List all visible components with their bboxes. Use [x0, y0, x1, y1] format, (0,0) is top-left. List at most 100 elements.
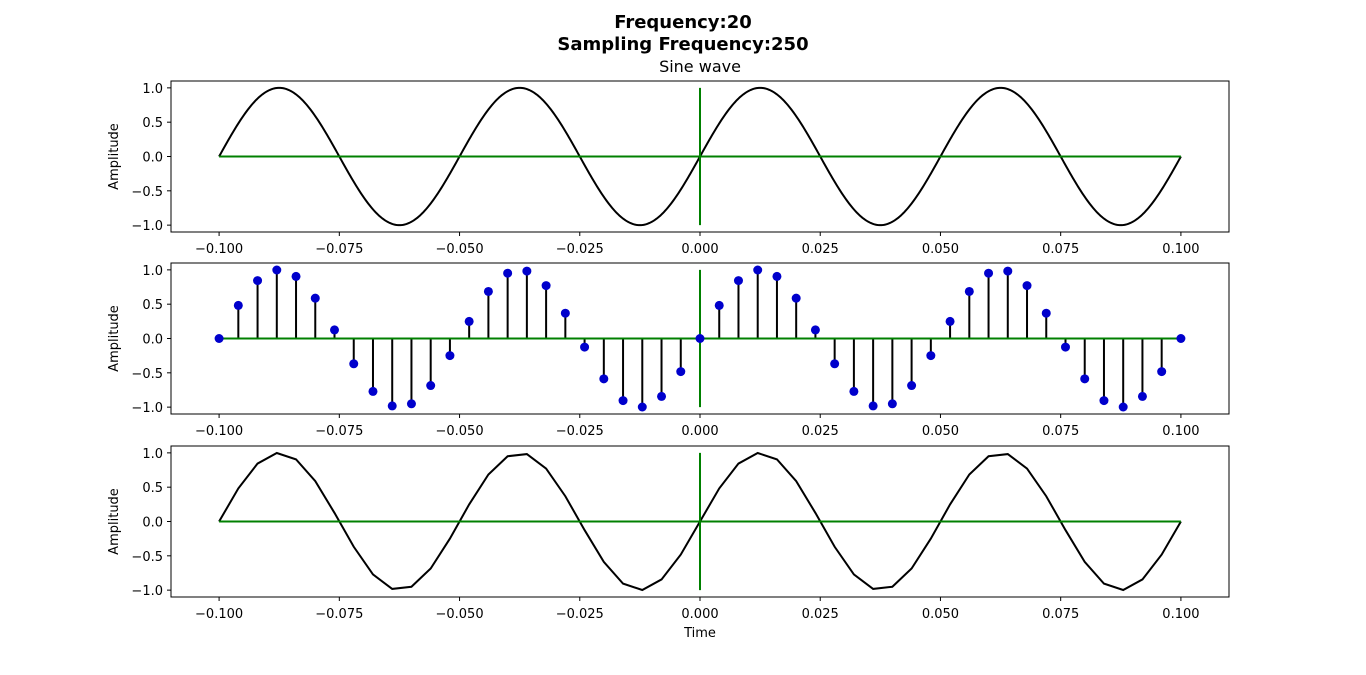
sample-point: [676, 367, 686, 377]
sample-point: [657, 391, 667, 401]
y-tick-label: 0.5: [142, 481, 163, 496]
sample-point: [464, 316, 474, 326]
figure-title-line2: Sampling Frequency:250: [557, 34, 808, 55]
sample-point: [849, 386, 859, 396]
x-tick-label: −0.075: [315, 242, 363, 257]
x-tick-label: 0.000: [681, 242, 718, 257]
subplot-1-title: Sine wave: [659, 57, 741, 76]
y-axis-label: Amplitude: [107, 488, 122, 555]
sample-point: [233, 300, 243, 310]
figure-title-line1: Frequency:20: [614, 12, 752, 33]
x-tick-label: −0.050: [435, 242, 483, 257]
x-tick-label: −0.050: [435, 424, 483, 439]
sample-point: [1060, 342, 1070, 352]
sample-point: [580, 342, 590, 352]
sample-point: [945, 316, 955, 326]
x-tick-label: −0.025: [556, 607, 604, 622]
sample-point: [560, 308, 570, 318]
sample-point: [272, 265, 282, 275]
x-tick-label: −0.100: [195, 424, 243, 439]
sample-point: [926, 351, 936, 361]
x-tick-label: 0.100: [1162, 242, 1199, 257]
y-tick-label: 1.0: [142, 82, 163, 97]
sample-point: [310, 293, 320, 303]
sample-point: [253, 276, 263, 286]
chart-figure-svg: Frequency:20 Sampling Frequency:250 Sine…: [107, 12, 1230, 641]
sample-point: [753, 265, 763, 275]
x-tick-label: −0.075: [315, 607, 363, 622]
y-tick-label: 0.0: [142, 151, 163, 166]
y-tick-label: −1.0: [131, 219, 163, 234]
figure: Frequency:20 Sampling Frequency:250 Sine…: [0, 0, 1366, 671]
subplot-1: −0.100 −0.075 −0.050 −0.025 0.000 0.025 0.050 0…: [107, 80, 1230, 257]
x-tick-label: 0.050: [922, 242, 959, 257]
sample-point: [387, 401, 397, 411]
sample-point: [541, 281, 551, 291]
y-tick-label: 0.0: [142, 516, 163, 531]
y-tick-label: 0.5: [142, 116, 163, 131]
y-tick-label: 1.0: [142, 264, 163, 279]
sample-point: [503, 268, 513, 278]
sample-point: [964, 286, 974, 296]
sample-point: [810, 325, 820, 335]
y-tick-label: 1.0: [142, 447, 163, 462]
sample-point: [1003, 266, 1013, 276]
sample-point: [868, 401, 878, 411]
subplot-3: −0.100 −0.075 −0.050 −0.025 0.000 0.025 0.050 0…: [107, 445, 1230, 641]
x-tick-label: 0.025: [802, 607, 839, 622]
y-tick-label: −1.0: [131, 584, 163, 599]
x-tick-label: 0.050: [922, 607, 959, 622]
x-tick-label: 0.000: [681, 424, 718, 439]
x-tick-label: 0.100: [1162, 607, 1199, 622]
subplot-2: −0.100 −0.075 −0.050 −0.025 0.000 0.025 0.050 0…: [107, 262, 1230, 439]
subplots-group: −0.100 −0.075 −0.050 −0.025 0.000 0.025 0.050 0…: [107, 80, 1230, 641]
x-tick-label: 0.100: [1162, 424, 1199, 439]
sample-point: [1118, 402, 1128, 412]
sample-point: [887, 399, 897, 409]
sample-point: [426, 381, 436, 391]
sample-point: [1157, 367, 1167, 377]
sample-point: [330, 325, 340, 335]
x-axis-label: Time: [683, 626, 716, 641]
sample-point: [907, 381, 917, 391]
y-axis-label: Amplitude: [107, 305, 122, 372]
y-tick-label: −1.0: [131, 401, 163, 416]
x-tick-label: 0.000: [681, 607, 718, 622]
sample-point: [1176, 334, 1186, 343]
y-tick-label: −0.5: [131, 185, 163, 200]
x-tick-label: −0.025: [556, 424, 604, 439]
y-tick-label: −0.5: [131, 550, 163, 565]
sample-point: [214, 334, 224, 343]
sample-point: [406, 399, 416, 409]
sample-point: [1022, 281, 1032, 291]
sample-point: [368, 386, 378, 396]
sample-point: [695, 334, 705, 343]
sample-point: [791, 293, 801, 303]
y-tick-label: −0.5: [131, 367, 163, 382]
x-tick-label: 0.075: [1042, 424, 1079, 439]
sample-point: [349, 359, 359, 369]
sample-point: [830, 359, 840, 369]
sample-point: [637, 402, 647, 412]
sample-point: [714, 300, 724, 310]
x-tick-label: −0.025: [556, 242, 604, 257]
x-tick-label: −0.075: [315, 424, 363, 439]
x-tick-label: −0.100: [195, 242, 243, 257]
y-tick-label: 0.0: [142, 333, 163, 348]
sample-point: [1099, 396, 1109, 406]
sample-point: [733, 276, 743, 286]
sample-point: [1137, 391, 1147, 401]
sample-point: [291, 271, 301, 281]
y-axis-label: Amplitude: [107, 123, 122, 190]
x-tick-label: 0.025: [802, 242, 839, 257]
x-tick-label: −0.050: [435, 607, 483, 622]
x-tick-label: 0.050: [922, 424, 959, 439]
x-tick-label: 0.025: [802, 424, 839, 439]
sample-point: [483, 286, 493, 296]
x-tick-label: 0.075: [1042, 242, 1079, 257]
sample-point: [599, 374, 609, 384]
x-tick-label: −0.100: [195, 607, 243, 622]
x-tick-label: 0.075: [1042, 607, 1079, 622]
sample-point: [984, 268, 994, 278]
sample-point: [445, 351, 455, 361]
